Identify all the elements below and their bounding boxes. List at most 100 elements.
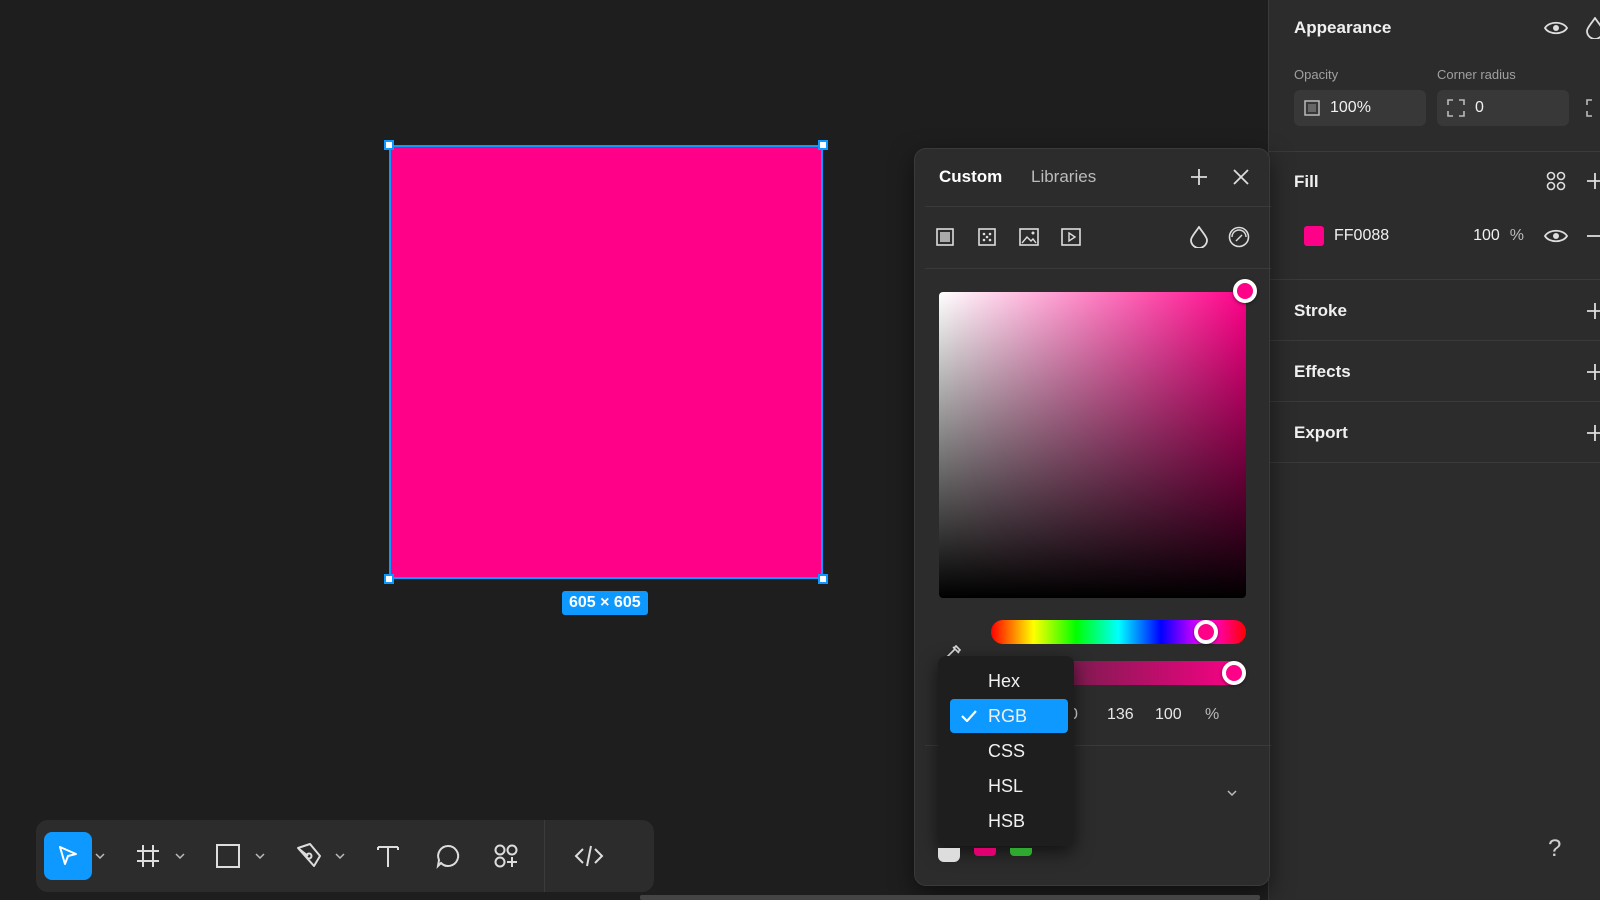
opacity-icon [1304, 100, 1320, 116]
pen-tool-dropdown[interactable] [332, 832, 348, 880]
color-swatch[interactable] [974, 848, 996, 856]
video-icon [1061, 228, 1081, 246]
video-fill-button[interactable] [1057, 223, 1085, 251]
opacity-label: Opacity [1294, 67, 1339, 82]
color-swatch[interactable] [938, 848, 960, 862]
format-option-rgb[interactable]: RGB [950, 699, 1068, 733]
eye-icon [1544, 21, 1568, 35]
opacity-field[interactable]: 100% [1294, 90, 1426, 126]
format-option-css[interactable]: CSS [950, 734, 1068, 768]
fill-swatch[interactable] [1304, 226, 1324, 246]
plus-icon [1191, 169, 1207, 185]
format-option-hsl[interactable]: HSL [950, 769, 1068, 803]
document-colors-row [938, 848, 1032, 862]
text-icon [377, 846, 399, 867]
section-divider [1269, 340, 1600, 341]
close-icon [1233, 169, 1249, 185]
tab-custom[interactable]: Custom [939, 167, 1002, 187]
saturation-brightness-area[interactable] [939, 292, 1246, 598]
fill-hex-value[interactable]: FF0088 [1334, 227, 1389, 245]
frame-tool-button[interactable] [124, 832, 172, 880]
resize-handle-top-left[interactable] [384, 140, 394, 150]
visibility-toggle[interactable] [1542, 14, 1570, 42]
fill-title: Fill [1294, 172, 1319, 191]
corner-radius-field[interactable]: 0 [1437, 90, 1569, 126]
pen-icon [297, 843, 321, 867]
picker-divider [925, 268, 1271, 269]
fill-color-row[interactable]: FF0088 100 % [1294, 218, 1534, 254]
gradient-fill-button[interactable] [973, 223, 1001, 251]
fill-percent: % [1509, 227, 1524, 244]
picker-divider [925, 206, 1271, 207]
dev-mode-button[interactable] [565, 832, 613, 880]
move-tool-button[interactable] [44, 832, 92, 880]
add-effect-button[interactable] [1581, 358, 1600, 386]
format-option-label: RGB [988, 705, 1028, 726]
chevron-down-icon [1227, 790, 1237, 796]
color-format-dropdown: Hex RGB CSS HSL HSB [938, 656, 1074, 846]
format-option-hex[interactable]: Hex [950, 664, 1068, 698]
format-option-label: HSB [988, 810, 1026, 831]
comment-tool-button[interactable] [424, 832, 472, 880]
corner-radius-value: 0 [1475, 99, 1484, 116]
color-swatch[interactable] [1010, 848, 1032, 856]
fill-opacity-value[interactable]: 100 [1473, 227, 1500, 245]
resize-handle-top-right[interactable] [818, 140, 828, 150]
rectangle-tool-button[interactable] [204, 832, 252, 880]
saturation-brightness-knob[interactable] [1233, 279, 1257, 303]
format-option-label: CSS [988, 740, 1026, 761]
fill-visibility-toggle[interactable] [1542, 222, 1570, 250]
text-tool-button[interactable] [364, 832, 412, 880]
blend-mode-button[interactable] [1581, 14, 1600, 42]
add-style-button[interactable] [1185, 163, 1213, 191]
remove-fill-button[interactable] [1581, 222, 1600, 250]
fill-styles-button[interactable] [1542, 167, 1570, 195]
format-option-label: Hex [988, 670, 1021, 691]
add-fill-button[interactable] [1581, 167, 1600, 195]
resize-handle-bottom-left[interactable] [384, 574, 394, 584]
solid-fill-button[interactable] [931, 223, 959, 251]
selected-rectangle[interactable] [389, 145, 823, 579]
appearance-title: Appearance [1294, 18, 1392, 37]
blend-mode-picker-button[interactable] [1185, 223, 1213, 251]
section-divider [1269, 462, 1600, 463]
shape-tool-dropdown[interactable] [252, 832, 268, 880]
help-button[interactable]: ? [1548, 835, 1561, 863]
move-tool-dropdown[interactable] [92, 832, 108, 880]
minus-icon [1587, 235, 1600, 237]
add-export-button[interactable] [1581, 419, 1600, 447]
add-stroke-button[interactable] [1581, 297, 1600, 325]
frame-tool-dropdown[interactable] [172, 832, 188, 880]
bottom-toolbar [36, 820, 654, 892]
pen-tool-button[interactable] [284, 832, 332, 880]
components-plus-icon [494, 844, 518, 868]
format-option-label: HSL [988, 775, 1024, 796]
alpha-slider-knob[interactable] [1222, 661, 1246, 685]
eye-icon [1544, 229, 1568, 243]
close-picker-button[interactable] [1227, 163, 1255, 191]
styles-grid-icon [1546, 171, 1566, 191]
alpha-value[interactable]: 100 [1155, 706, 1182, 724]
library-select[interactable] [1079, 776, 1249, 810]
tab-libraries[interactable]: Libraries [1031, 167, 1096, 187]
actions-tool-button[interactable] [482, 832, 530, 880]
independent-corners-button[interactable] [1581, 94, 1600, 122]
stroke-title: Stroke [1294, 301, 1347, 320]
section-divider [1269, 151, 1600, 152]
resize-handle-bottom-right[interactable] [818, 574, 828, 584]
plus-icon [1587, 173, 1600, 189]
comment-icon [436, 844, 460, 869]
frame-icon [137, 845, 159, 867]
image-fill-button[interactable] [1015, 223, 1043, 251]
section-divider [1269, 401, 1600, 402]
color-contrast-button[interactable] [1225, 223, 1253, 251]
chevron-down-icon [335, 853, 345, 859]
horizontal-scrollbar[interactable] [640, 895, 1260, 900]
plus-icon [1587, 364, 1600, 380]
drop-icon [1586, 17, 1600, 39]
blue-value[interactable]: 136 [1107, 706, 1134, 724]
plus-icon [1587, 303, 1600, 319]
format-option-hsb[interactable]: HSB [950, 804, 1068, 838]
expand-corners-icon [1586, 99, 1592, 117]
alpha-percent: % [1205, 706, 1220, 723]
